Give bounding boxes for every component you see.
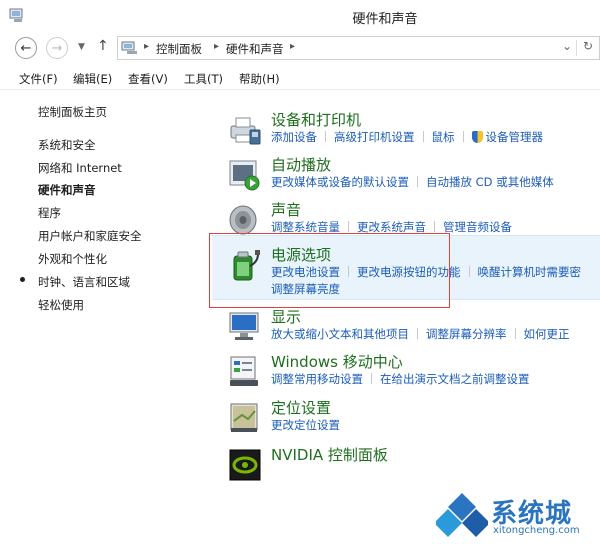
breadcrumb-separator-icon[interactable]: ▸ [214, 41, 219, 52]
link-text-size[interactable]: 放大或缩小文本和其他项目 [271, 327, 409, 341]
breadcrumb-control-panel[interactable]: 控制面板 [156, 41, 202, 57]
sidebar: 控制面板主页 系统和安全 网络和 Internet 硬件和声音 程序 用户帐户和… [0, 92, 210, 352]
watermark-url: xitongcheng.com [493, 525, 580, 536]
sidebar-item-hardware-sound[interactable]: 硬件和声音 [38, 182, 96, 198]
navigation-bar: ← → ▼ ↑ ▸ 控制面板 ▸ 硬件和声音 ▸ ⌄ ↻ [0, 33, 600, 63]
control-panel-icon [121, 41, 137, 54]
link-presentation-settings[interactable]: 在给出演示文档之前调整设置 [380, 372, 530, 386]
category-links: 添加设备 高级打印机设置 鼠标 设备管理器 [271, 129, 543, 145]
address-divider [576, 40, 577, 56]
location-icon[interactable] [228, 401, 262, 435]
link-how-to-correct[interactable]: 如何更正 [524, 327, 570, 341]
up-level-button[interactable]: ↑ [97, 38, 109, 54]
breadcrumb-separator-icon[interactable]: ▸ [290, 41, 295, 52]
category-links: 更改媒体或设备的默认设置 自动播放 CD 或其他媒体 [271, 174, 554, 190]
sidebar-item-clock-region[interactable]: 时钟、语言和区域 [38, 274, 130, 290]
nvidia-icon[interactable] [228, 448, 262, 482]
menu-bar: 文件(F) 编辑(E) 查看(V) 工具(T) 帮助(H) [0, 66, 600, 90]
sidebar-item-network[interactable]: 网络和 Internet [38, 160, 122, 176]
link-autoplay-cd[interactable]: 自动播放 CD 或其他媒体 [426, 175, 554, 189]
category-title[interactable]: 声音 [271, 199, 301, 220]
back-button[interactable]: ← [15, 37, 37, 59]
window-title: 硬件和声音 [352, 12, 418, 27]
link-wake-password[interactable]: 唤醒计算机时需要密 [478, 265, 582, 279]
recent-pages-chevron-icon[interactable]: ▼ [78, 42, 85, 52]
arrow-left-icon: ← [20, 40, 32, 56]
forward-button[interactable]: → [46, 37, 68, 59]
printer-icon[interactable] [228, 113, 262, 147]
category-title[interactable]: NVIDIA 控制面板 [271, 444, 388, 465]
menu-view[interactable]: 查看(V) [128, 71, 168, 87]
category-title[interactable]: 自动播放 [271, 154, 331, 175]
display-icon[interactable] [228, 310, 262, 344]
link-add-device[interactable]: 添加设备 [271, 130, 317, 144]
title-bar: 硬件和声音 [0, 0, 600, 32]
link-mobility-settings[interactable]: 调整常用移动设置 [271, 372, 363, 386]
autoplay-icon[interactable] [228, 158, 262, 192]
sidebar-item-ease-of-access[interactable]: 轻松使用 [38, 297, 84, 313]
breadcrumb-separator-icon[interactable]: ▸ [144, 41, 149, 52]
menu-edit[interactable]: 编辑(E) [73, 71, 112, 87]
address-bar[interactable]: ▸ 控制面板 ▸ 硬件和声音 ▸ ⌄ ↻ [117, 36, 600, 60]
category-links: 放大或缩小文本和其他项目 调整屏幕分辨率 如何更正 [271, 326, 570, 342]
sidebar-item-home[interactable]: 控制面板主页 [38, 104, 107, 120]
category-title[interactable]: 定位设置 [271, 397, 331, 418]
link-advanced-printer[interactable]: 高级打印机设置 [334, 130, 415, 144]
link-system-volume[interactable]: 调整系统音量 [271, 220, 340, 234]
link-audio-devices[interactable]: 管理音频设备 [443, 220, 512, 234]
watermark-logo-icon [436, 493, 488, 537]
menu-tools[interactable]: 工具(T) [184, 71, 223, 87]
sidebar-item-appearance[interactable]: 外观和个性化 [38, 251, 107, 267]
watermark: 系统城 xitongcheng.com [436, 491, 596, 541]
address-dropdown-icon[interactable]: ⌄ [562, 39, 572, 53]
sidebar-item-system-security[interactable]: 系统和安全 [38, 137, 96, 153]
category-links: 更改定位设置 [271, 417, 340, 433]
uac-shield-icon [471, 131, 483, 143]
link-screen-resolution[interactable]: 调整屏幕分辨率 [426, 327, 507, 341]
link-change-location[interactable]: 更改定位设置 [271, 418, 340, 432]
arrow-right-icon: → [51, 40, 63, 56]
refresh-icon[interactable]: ↻ [583, 39, 593, 53]
category-title[interactable]: 显示 [271, 306, 301, 327]
active-bullet-icon [20, 277, 25, 282]
breadcrumb-hardware-sound[interactable]: 硬件和声音 [226, 41, 284, 57]
menu-help[interactable]: 帮助(H) [239, 71, 280, 87]
menu-file[interactable]: 文件(F) [19, 71, 58, 87]
category-links: 调整常用移动设置 在给出演示文档之前调整设置 [271, 371, 530, 387]
link-mouse[interactable]: 鼠标 [432, 130, 455, 144]
category-title[interactable]: 设备和打印机 [271, 109, 361, 130]
category-title[interactable]: Windows 移动中心 [271, 351, 403, 372]
link-default-media[interactable]: 更改媒体或设备的默认设置 [271, 175, 409, 189]
link-device-manager[interactable]: 设备管理器 [486, 130, 544, 144]
mobility-center-icon[interactable] [228, 355, 262, 389]
speaker-icon[interactable] [228, 203, 262, 237]
sidebar-item-user-accounts[interactable]: 用户帐户和家庭安全 [38, 228, 142, 244]
link-system-sounds[interactable]: 更改系统声音 [357, 220, 426, 234]
sidebar-item-programs[interactable]: 程序 [38, 205, 61, 221]
annotation-highlight-box [209, 233, 450, 308]
